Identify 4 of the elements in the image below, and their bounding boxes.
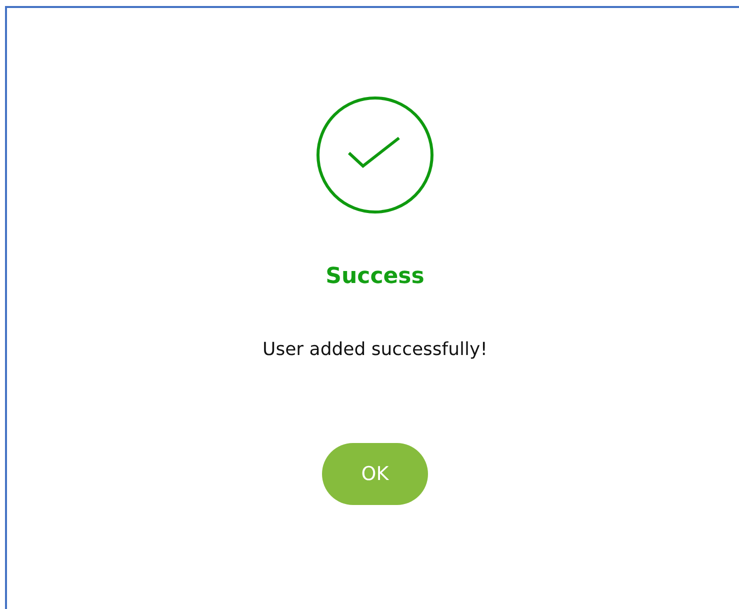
dialog-title: Success <box>326 264 424 289</box>
dialog-message: User added successfully! <box>262 339 488 360</box>
ok-button[interactable]: OK <box>322 443 428 505</box>
check-circle-icon <box>315 95 435 215</box>
